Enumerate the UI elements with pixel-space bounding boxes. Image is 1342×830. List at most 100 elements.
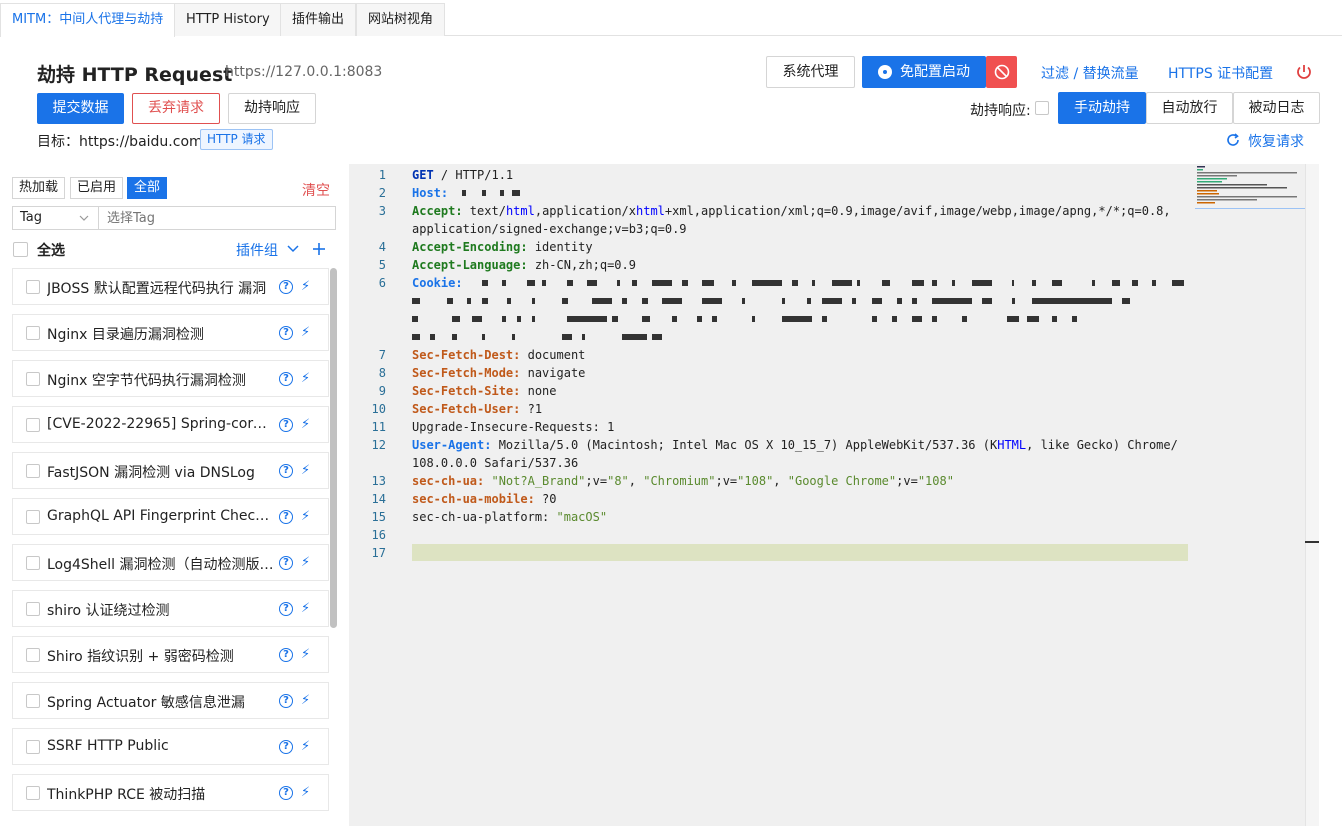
plugin-group-dropdown[interactable]: 插件组 — [236, 240, 278, 260]
redacted-value — [412, 334, 420, 340]
plugin-item[interactable]: GraphQL API Fingerprint Checking? ⚡ — [12, 498, 329, 535]
https-cert-link[interactable]: HTTPS 证书配置 — [1168, 63, 1273, 83]
plugin-item[interactable]: shiro 认证绕过检测? ⚡ — [12, 590, 329, 627]
redacted-value — [482, 190, 486, 196]
plugin-checkbox[interactable] — [26, 510, 40, 524]
tab-site-tree[interactable]: 网站树视角 — [356, 3, 446, 36]
code-token: ?0 — [534, 492, 557, 506]
add-icon[interactable] — [312, 242, 326, 256]
stop-button[interactable] — [986, 56, 1017, 88]
code-token: sec-ch-ua: — [412, 474, 485, 488]
plugin-checkbox[interactable] — [26, 326, 40, 340]
editor-line: 3 Accept: text/html,application/xhtml+xml… — [349, 202, 1305, 220]
plugin-item[interactable]: ThinkPHP RCE 被动扫描? ⚡ — [12, 774, 329, 811]
plugin-checkbox[interactable] — [26, 418, 40, 432]
editor-line — [349, 310, 1305, 328]
tag-search-input[interactable] — [101, 208, 331, 228]
help-icon[interactable]: ? — [279, 648, 293, 662]
tab-mitm[interactable]: MITM：中间人代理与劫持 — [0, 3, 176, 37]
plugin-item[interactable]: [CVE-2022-22965] Spring-core RCE? ⚡ — [12, 406, 329, 443]
help-icon[interactable]: ? — [279, 786, 293, 800]
hijack-response-button[interactable]: 劫持响应 — [228, 93, 316, 124]
plugin-checkbox[interactable] — [26, 372, 40, 386]
request-editor[interactable]: 1 GET / HTTP/1.1 2 Host: 3 Accept: text/html,… — [349, 164, 1305, 826]
help-icon[interactable]: ? — [279, 556, 293, 570]
plugin-checkbox[interactable] — [26, 464, 40, 478]
help-icon[interactable]: ? — [279, 602, 293, 616]
help-icon[interactable]: ? — [279, 464, 293, 478]
help-icon[interactable]: ? — [279, 326, 293, 340]
redacted-value — [652, 280, 672, 286]
filter-enabled[interactable]: 已启用 — [70, 177, 124, 199]
line-number: 10 — [371, 402, 386, 416]
plugin-item[interactable]: JBOSS 默认配置远程代码执行 漏洞? ⚡ — [12, 268, 329, 305]
redacted-value — [462, 190, 466, 196]
select-all-checkbox[interactable] — [13, 242, 28, 257]
plugin-checkbox[interactable] — [26, 648, 40, 662]
plugin-checkbox[interactable] — [26, 786, 40, 800]
editor-minimap[interactable] — [1195, 164, 1305, 212]
submit-button[interactable]: 提交数据 — [37, 93, 124, 124]
help-icon[interactable]: ? — [279, 280, 293, 294]
refresh-icon[interactable] — [1226, 133, 1240, 147]
filter-all[interactable]: 全部 — [127, 177, 168, 199]
redacted-value — [592, 298, 612, 304]
hijack-response-checkbox[interactable] — [1035, 101, 1049, 115]
redacted-value — [1172, 280, 1184, 286]
page-title: 劫持 HTTP Request — [37, 64, 233, 86]
code-token: , — [628, 474, 644, 488]
redacted-value — [952, 280, 955, 286]
plugin-checkbox[interactable] — [26, 694, 40, 708]
redacted-value — [412, 298, 420, 304]
editor-scrollbar[interactable] — [1305, 164, 1319, 826]
plugin-checkbox[interactable] — [26, 556, 40, 570]
redacted-value — [517, 316, 521, 322]
line-code: GET / HTTP/1.1 — [412, 166, 513, 184]
clear-link[interactable]: 清空 — [302, 180, 330, 200]
tag-select[interactable]: Tag — [13, 207, 99, 229]
code-token: User-Agent: — [412, 438, 492, 452]
plugin-item[interactable]: Nginx 空字节代码执行漏洞检测? ⚡ — [12, 360, 329, 397]
plugin-checkbox[interactable] — [26, 740, 40, 754]
system-proxy-button[interactable]: 系统代理 — [766, 56, 855, 88]
discard-button[interactable]: 丢弃请求 — [132, 93, 220, 124]
line-number: 6 — [378, 276, 386, 290]
mode-manual-hijack[interactable]: 手动劫持 — [1058, 92, 1146, 124]
help-icon[interactable]: ? — [279, 694, 293, 708]
redacted-value — [1092, 280, 1095, 286]
plugin-item[interactable]: Nginx 目录遍历漏洞检测? ⚡ — [12, 314, 329, 351]
help-icon[interactable]: ? — [279, 740, 293, 754]
editor-line: 13 sec-ch-ua: "Not?A_Brand";v="8", "Chrom… — [349, 472, 1305, 490]
redacted-value — [617, 280, 620, 286]
plugin-item[interactable]: FastJSON 漏洞检测 via DNSLog? ⚡ — [12, 452, 329, 489]
plugin-item[interactable]: Spring Actuator 敏感信息泄漏? ⚡ — [12, 682, 329, 719]
restore-request-link[interactable]: 恢复请求 — [1248, 131, 1304, 151]
help-icon[interactable]: ? — [279, 510, 293, 524]
plugin-item[interactable]: Shiro 指纹识别 + 弱密码检测? ⚡ — [12, 636, 329, 673]
chevron-down-icon[interactable] — [287, 245, 299, 253]
filter-replace-link[interactable]: 过滤 / 替换流量 — [1041, 63, 1139, 83]
editor-line: application/signed-exchange;v=b3;q=0.9 — [349, 220, 1305, 238]
plugin-list-scrollbar[interactable] — [330, 268, 337, 628]
line-code: Sec-Fetch-Mode: navigate — [412, 364, 585, 382]
code-token: html — [505, 204, 535, 218]
help-icon[interactable]: ? — [279, 372, 293, 386]
power-icon[interactable] — [1295, 63, 1313, 81]
plugin-checkbox[interactable] — [26, 602, 40, 616]
plugin-checkbox[interactable] — [26, 280, 40, 294]
code-token: , like Gecko) Chrome/ — [1026, 438, 1178, 452]
tab-plugin-output[interactable]: 插件输出 — [280, 3, 357, 36]
free-config-start-button[interactable]: 免配置启动 — [862, 56, 986, 88]
tab-http-history[interactable]: HTTP History — [174, 3, 282, 36]
line-number: 12 — [371, 438, 386, 452]
redacted-value — [1122, 298, 1130, 304]
plugin-item[interactable]: Log4Shell 漏洞检测（自动检测版本）? ⚡ — [12, 544, 329, 581]
line-code: Sec-Fetch-Site: none — [412, 382, 557, 400]
help-icon[interactable]: ? — [279, 418, 293, 432]
plugin-item[interactable]: SSRF HTTP Public? ⚡ — [12, 728, 329, 765]
line-number: 16 — [371, 528, 386, 542]
mode-auto-pass[interactable]: 自动放行 — [1146, 92, 1233, 124]
filter-hot-load[interactable]: 热加载 — [12, 177, 66, 199]
mode-passive-log[interactable]: 被动日志 — [1233, 92, 1320, 124]
hijack-response-label: 劫持响应: — [970, 103, 1031, 119]
